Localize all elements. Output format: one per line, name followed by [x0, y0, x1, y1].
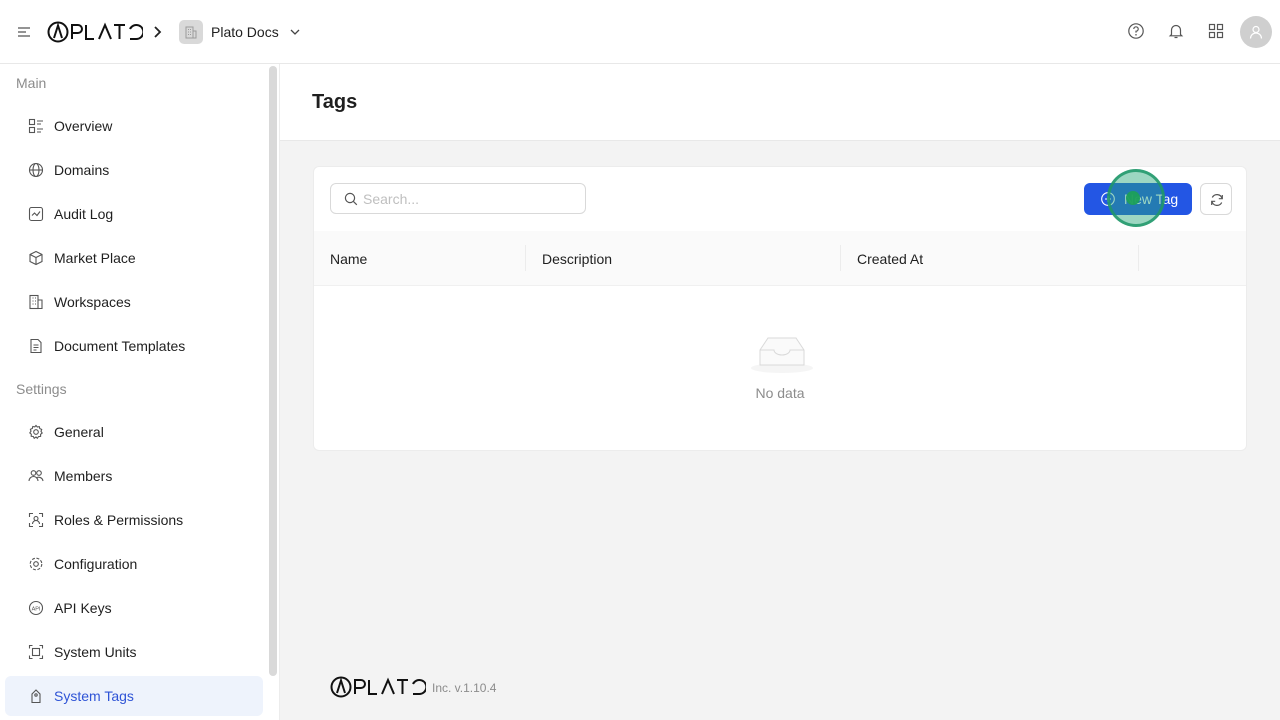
- page-title: Tags: [312, 91, 358, 113]
- apps-grid-icon[interactable]: [1207, 22, 1225, 40]
- user-avatar-icon: [1249, 25, 1263, 39]
- sidebar-item-document-templates[interactable]: Document Templates: [5, 326, 263, 366]
- workspace-name: Plato Docs: [211, 24, 279, 40]
- units-icon: [28, 644, 44, 660]
- sidebar-item-domains[interactable]: Domains: [5, 150, 263, 190]
- column-divider: [1138, 245, 1139, 271]
- sidebar-item-label: General: [54, 424, 104, 440]
- sidebar-scrollbar[interactable]: [269, 66, 277, 676]
- tags-card: New Tag Name Description Created At No d…: [313, 166, 1247, 451]
- sidebar-item-configuration[interactable]: Configuration: [5, 544, 263, 584]
- sidebar-item-members[interactable]: Members: [5, 456, 263, 496]
- members-icon: [28, 470, 44, 482]
- search-box[interactable]: [330, 183, 586, 214]
- sidebar-section-settings: Settings: [16, 381, 67, 397]
- new-tag-label: New Tag: [1124, 191, 1179, 207]
- sidebar-item-label: Domains: [54, 162, 110, 178]
- sidebar-item-label: API Keys: [54, 600, 112, 616]
- config-icon: [29, 557, 43, 571]
- column-divider: [840, 245, 841, 271]
- help-icon[interactable]: [1127, 22, 1145, 40]
- top-header: Plato Docs: [0, 0, 1280, 64]
- bell-icon[interactable]: [1167, 22, 1185, 40]
- column-divider: [525, 245, 526, 271]
- sidebar-item-label: Configuration: [54, 556, 138, 572]
- plus-circle-icon: [1101, 192, 1115, 206]
- sidebar-item-audit-log[interactable]: Audit Log: [5, 194, 263, 234]
- page-header: Tags: [280, 64, 1280, 141]
- sidebar-item-workspaces[interactable]: Workspaces: [5, 282, 263, 322]
- sidebar-item-label: Roles & Permissions: [54, 512, 184, 528]
- plato-logo[interactable]: [47, 21, 143, 43]
- sidebar-item-label: Market Place: [54, 250, 136, 266]
- sidebar-item-api-keys[interactable]: API API Keys: [5, 588, 263, 628]
- sidebar-item-label: Members: [54, 468, 113, 484]
- sidebar-item-label: System Units: [54, 644, 137, 660]
- svg-text:API: API: [32, 606, 41, 612]
- sidebar-item-label: Workspaces: [54, 294, 131, 310]
- sidebar-item-system-units[interactable]: System Units: [5, 632, 263, 672]
- empty-text: No data: [755, 385, 805, 401]
- sidebar-item-label: Audit Log: [54, 206, 114, 222]
- roles-icon: [28, 512, 44, 528]
- sidebar-item-overview[interactable]: Overview: [5, 106, 263, 146]
- workspace-switcher[interactable]: Plato Docs: [179, 20, 301, 44]
- overview-icon: [28, 118, 43, 134]
- building-icon: [29, 294, 43, 310]
- column-header-created-at[interactable]: Created At: [857, 231, 923, 286]
- table-header: Name Description Created At: [314, 231, 1246, 286]
- sidebar: Main Overview Domains Audit Log Market P…: [0, 64, 280, 720]
- search-input[interactable]: [363, 189, 578, 209]
- footer-plato-logo: [330, 676, 426, 698]
- sidebar-item-market-place[interactable]: Market Place: [5, 238, 263, 278]
- sidebar-item-general[interactable]: General: [5, 412, 263, 452]
- refresh-icon: [1211, 194, 1223, 206]
- breadcrumb-chevron-icon: [154, 26, 162, 38]
- audit-log-icon: [28, 206, 44, 222]
- app-version: Inc. v.1.10.4: [432, 681, 497, 695]
- column-header-description[interactable]: Description: [542, 231, 612, 286]
- empty-state: No data: [314, 286, 1246, 446]
- user-avatar[interactable]: [1240, 16, 1272, 48]
- globe-icon: [28, 162, 44, 178]
- document-icon: [30, 338, 42, 354]
- gear-icon: [29, 424, 43, 440]
- search-icon: [344, 192, 358, 206]
- sidebar-item-label: Document Templates: [54, 338, 186, 354]
- empty-inbox-icon: [751, 337, 813, 373]
- menu-toggle-icon[interactable]: [16, 24, 32, 40]
- api-icon: API: [28, 600, 44, 616]
- refresh-button[interactable]: [1200, 183, 1232, 215]
- workspace-building-icon: [179, 20, 203, 44]
- cube-icon: [29, 250, 43, 266]
- sidebar-item-label: System Tags: [54, 688, 134, 704]
- sidebar-item-label: Overview: [54, 118, 113, 134]
- footer: Inc. v.1.10.4: [330, 676, 496, 698]
- sidebar-section-main: Main: [16, 75, 47, 91]
- sidebar-item-roles-permissions[interactable]: Roles & Permissions: [5, 500, 263, 540]
- column-header-name[interactable]: Name: [330, 231, 367, 286]
- new-tag-button[interactable]: New Tag: [1084, 183, 1192, 215]
- chevron-down-icon: [290, 29, 300, 35]
- sidebar-item-system-tags[interactable]: System Tags: [5, 676, 263, 716]
- tag-icon: [31, 689, 41, 704]
